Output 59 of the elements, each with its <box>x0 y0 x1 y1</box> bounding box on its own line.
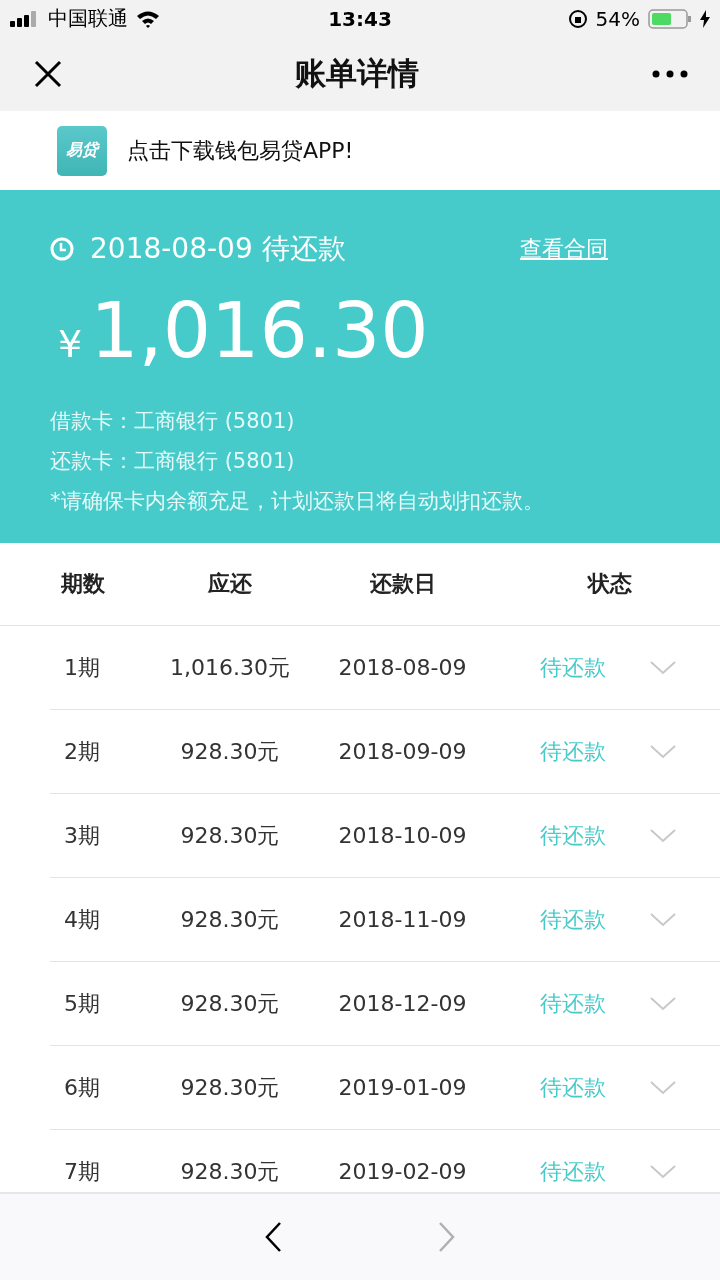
column-header: 还款日 <box>368 570 437 598</box>
expand-chevron-icon[interactable] <box>649 1164 676 1179</box>
app-logo[interactable]: 易贷 <box>57 125 107 176</box>
amount-cell-text: 928.30元 <box>179 1157 281 1186</box>
charging-icon <box>700 9 710 28</box>
status-cell-text: 待还款 <box>538 905 607 934</box>
expand-chevron-icon[interactable] <box>649 912 676 927</box>
date-cell-text: 2018-09-09 <box>337 739 468 764</box>
status-cell-text: 待还款 <box>538 821 607 850</box>
status-cell-text: 待还款 <box>538 737 607 766</box>
currency-symbol: ¥ <box>58 322 83 366</box>
period-cell-text: 2期 <box>63 737 101 766</box>
date-cell-text: 2018-10-09 <box>337 823 468 848</box>
more-icon <box>652 70 688 78</box>
clock-icon <box>50 237 74 261</box>
bank-card-info: 还款卡：工商银行 (5801) <box>50 448 296 475</box>
status-cell-text: 待还款 <box>538 653 607 682</box>
due-status: 2018-08-09 待还款 <box>90 231 347 267</box>
carrier-name: 中国联通 <box>48 5 128 32</box>
battery-icon <box>648 8 692 29</box>
expand-chevron-icon[interactable] <box>649 744 676 759</box>
amount-cell-text: 928.30元 <box>179 989 281 1018</box>
close-icon <box>34 60 62 88</box>
date-cell-text: 2019-01-09 <box>337 1075 468 1100</box>
amount-cell-text: 928.30元 <box>179 821 281 850</box>
bank-card-info: 借款卡：工商银行 (5801) <box>50 408 296 435</box>
date-cell-text: 2019-02-09 <box>337 1159 468 1184</box>
amount-cell-text: 928.30元 <box>179 737 281 766</box>
rotation-lock-icon <box>567 8 588 29</box>
period-cell-text: 1期 <box>63 653 101 682</box>
status-cell-text: 待还款 <box>538 1157 607 1186</box>
repayment-note: *请确保卡内余额充足，计划还款日将自动划扣还款。 <box>50 488 545 515</box>
status-cell-text: 待还款 <box>538 989 607 1018</box>
date-cell-text: 2018-12-09 <box>337 991 468 1016</box>
column-header: 状态 <box>586 570 633 598</box>
amount-cell-text: 928.30元 <box>179 1073 281 1102</box>
period-cell-text: 4期 <box>63 905 101 934</box>
period-cell-text: 5期 <box>63 989 101 1018</box>
expand-chevron-icon[interactable] <box>649 828 676 843</box>
expand-chevron-icon[interactable] <box>649 996 676 1011</box>
period-cell-text: 3期 <box>63 821 101 850</box>
clock-time: 13:43 <box>328 6 392 31</box>
period-cell-text: 6期 <box>63 1073 101 1102</box>
date-cell-text: 2018-08-09 <box>337 655 468 680</box>
amount-cell-text: 1,016.30元 <box>169 653 291 682</box>
period-cell-text: 7期 <box>63 1157 101 1186</box>
view-contract-link[interactable]: 查看合同 <box>520 234 608 264</box>
column-header: 期数 <box>59 570 106 598</box>
status-cell-text: 待还款 <box>538 1073 607 1102</box>
expand-chevron-icon[interactable] <box>649 1080 676 1095</box>
download-prompt[interactable]: 点击下载钱包易贷APP! <box>127 135 354 166</box>
column-header: 应还 <box>207 570 253 598</box>
due-amount: 1,016.30 <box>90 286 429 375</box>
expand-chevron-icon[interactable] <box>649 660 676 675</box>
date-cell-text: 2018-11-09 <box>337 907 468 932</box>
page-title: 账单详情 <box>295 54 419 93</box>
amount-cell-text: 928.30元 <box>179 905 281 934</box>
wifi-icon <box>136 9 160 28</box>
battery-percent: 54% <box>595 6 640 31</box>
